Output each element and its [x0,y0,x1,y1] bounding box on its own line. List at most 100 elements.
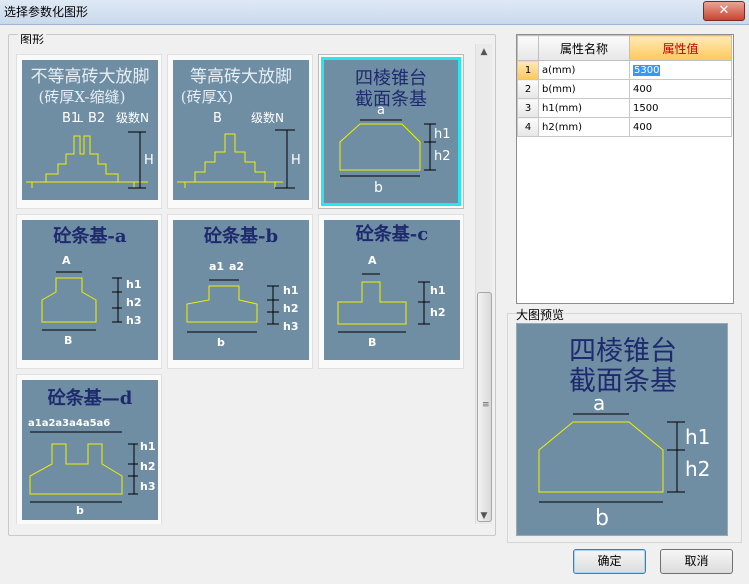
window-title: 选择参数化图形 [4,5,89,19]
shape-item-4[interactable]: 砼条基-a A h1 h2 h3 B [16,214,162,369]
shape-3-title-line2: 截面条基 [355,89,427,110]
shape-3-label-a: a [377,103,385,118]
property-row[interactable]: 1 a(mm) 5300 [517,60,732,80]
shape-7-label-b: b [76,504,84,517]
shape-2-title-line1: 等高砖大放脚 [190,67,292,87]
property-name: h2(mm) [538,117,630,137]
shape-6-label-h2: h2 [430,306,446,319]
shape-7-outline [29,443,123,495]
shape-4-label-h3: h3 [126,314,142,327]
shape-item-5[interactable]: 砼条基-b a1 a2 h1 h2 h3 b [167,214,313,369]
scroll-up-icon[interactable]: ▲ [476,44,492,60]
shape-thumb-3: 四棱锥台 截面条基 a h1 h2 b [321,57,461,206]
shape-5-title: 砼条基-b [204,225,278,247]
scroll-down-icon[interactable]: ▼ [476,508,492,524]
shape-4-title: 砼条基-a [53,225,126,247]
property-name: b(mm) [538,79,630,99]
shape-item-7[interactable]: 砼条基—d a1a2a3a4a5a6 h1 h2 h3 b [16,374,162,524]
shape-3-label-h2: h2 [434,149,451,164]
property-name: h1(mm) [538,98,630,118]
shape-1-title-line1: 不等高砖大放脚 [31,67,150,87]
shape-item-2[interactable]: 等高砖大放脚 (砖厚X) B 级数N H [167,54,313,209]
preview-label: 大图预览 [516,308,565,322]
shape-2-label-b: B [213,111,222,126]
cancel-button[interactable]: 取消 [660,549,733,574]
shape-7-label-h2: h2 [140,460,156,473]
shape-thumb-4: 砼条基-a A h1 h2 h3 B [22,220,158,360]
property-value-cell[interactable]: 5300 [629,60,732,80]
shape-3-outline [339,123,421,171]
preview-title-line2: 截面条基 [569,366,677,397]
scrollbar-thumb[interactable]: ≡ [477,292,492,522]
property-row[interactable]: 2 b(mm) 400 [517,79,732,99]
shape-5-label-h1: h1 [283,284,299,297]
title-bar: 选择参数化图形 ✕ [0,0,749,25]
shape-5-label-h2: h2 [283,302,299,315]
shape-4-outline [41,277,97,323]
shape-gallery: 不等高砖大放脚 (砖厚X-缩缝) B1 L B2 级数N H 等高砖大放脚 (砖… [16,44,474,524]
shape-item-3[interactable]: 四棱锥台 截面条基 a h1 h2 b [318,54,464,209]
shape-4-label-h2: h2 [126,296,142,309]
shape-7-label-h3: h3 [140,480,156,493]
shape-1-label-h: H [144,153,154,168]
shape-1-label-n: 级数N [116,110,149,125]
shape-1-outline [26,135,148,188]
shape-item-6[interactable]: 砼条基-c A h1 h2 B [318,214,464,369]
shape-2-outline [177,133,283,188]
preview-outline [538,421,664,493]
grip-icon: ≡ [482,400,490,410]
property-value[interactable]: 1500 [629,98,732,118]
shape-3-label-h1: h1 [434,127,451,142]
property-value-editor[interactable]: 5300 [633,64,661,76]
shape-2-label-h: H [291,153,301,168]
shape-5-outline [186,285,258,323]
shape-item-1[interactable]: 不等高砖大放脚 (砖厚X-缩缝) B1 L B2 级数N H [16,54,162,209]
property-value[interactable]: 400 [629,79,732,99]
shape-7-label-a: a1a2a3a4a5a6 [28,418,110,429]
shape-7-title: 砼条基—d [48,387,133,409]
property-row[interactable]: 3 h1(mm) 1500 [517,98,732,118]
shape-6-label-a: A [368,254,377,267]
shape-1-title-line2: (砖厚X-缩缝) [39,88,126,106]
index-header [517,35,539,61]
shape-1-label-l: L [77,112,84,125]
property-name: a(mm) [538,60,630,80]
preview-title-line1: 四棱锥台 [569,336,677,367]
shape-5-label-b: b [217,336,225,349]
shape-3-label-b: b [374,180,383,196]
row-index: 2 [517,79,539,99]
shape-6-outline [337,281,407,325]
shape-6-title: 砼条基-c [356,223,428,245]
preview-label-h2: h2 [685,457,710,481]
shape-thumb-6: 砼条基-c A h1 h2 B [324,220,460,360]
col-header-value[interactable]: 属性值 [629,35,732,61]
shape-3-title-line1: 四棱锥台 [355,68,427,89]
shape-5-label-a1: a1 [209,260,224,273]
shape-5-label-a2: a2 [229,260,244,273]
property-table: 属性名称 属性值 1 a(mm) 5300 2 b(mm) 400 3 h1(m… [517,35,732,137]
shape-thumb-2: 等高砖大放脚 (砖厚X) B 级数N H [173,60,309,200]
gallery-scrollbar[interactable]: ▲ ≡ ▼ [475,44,492,524]
property-row[interactable]: 4 h2(mm) 400 [517,117,732,137]
shape-2-label-n: 级数N [251,110,284,125]
col-header-name[interactable]: 属性名称 [538,35,630,61]
ok-button[interactable]: 确定 [573,549,646,574]
shape-2-title-line2: (砖厚X) [181,88,233,106]
preview-label-h1: h1 [685,425,710,449]
shape-4-label-a: A [62,254,71,267]
row-index: 3 [517,98,539,118]
shape-4-label-h1: h1 [126,278,142,291]
property-value[interactable]: 400 [629,117,732,137]
preview-label-a: a [593,391,605,415]
shape-thumb-1: 不等高砖大放脚 (砖厚X-缩缝) B1 L B2 级数N H [22,60,158,200]
shape-4-label-b: B [64,334,72,347]
row-index: 1 [517,60,539,80]
shape-thumb-7: 砼条基—d a1a2a3a4a5a6 h1 h2 h3 b [22,380,158,520]
shape-1-label-b2: B2 [88,111,105,126]
shape-6-label-h1: h1 [430,284,446,297]
shape-5-label-h3: h3 [283,320,299,333]
row-index: 4 [517,117,539,137]
preview-label-b: b [595,506,609,531]
preview-image: 四棱锥台 截面条基 a h1 h2 b [516,323,728,536]
close-button[interactable]: ✕ [703,1,745,21]
